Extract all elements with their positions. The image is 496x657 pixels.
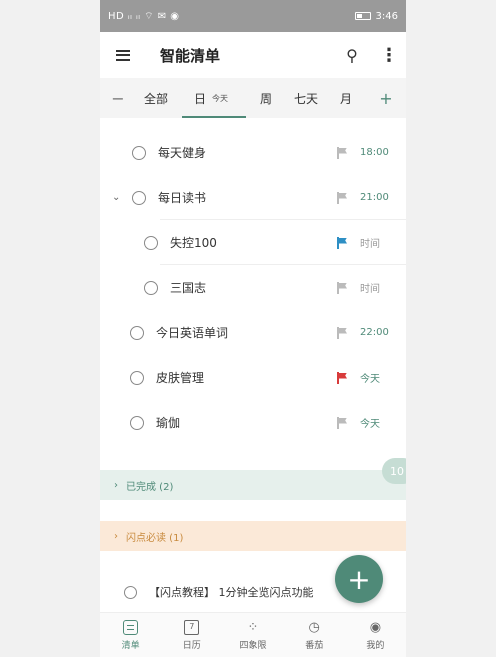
task-row[interactable]: ⌄ 每日读书 21:00 (100, 175, 406, 220)
task-title: 每天健身 (158, 146, 207, 160)
hamburger-icon (116, 49, 130, 61)
view-tabs: − 全部 日 今天 周 七天 月 + (100, 78, 406, 118)
task-title: 三国志 (170, 281, 207, 295)
nav-calendar[interactable]: 7 日历 (161, 613, 222, 657)
timer-icon: ◷ (308, 619, 320, 635)
flag-icon[interactable] (336, 326, 348, 339)
task-time: 时间 (360, 239, 380, 250)
nav-pomodoro-label: 番茄 (305, 641, 324, 651)
task-time: 22:00 (360, 327, 389, 338)
tab-day[interactable]: 日 今天 (176, 78, 246, 118)
nav-pomodoro[interactable]: ◷ 番茄 (284, 613, 345, 657)
search-button[interactable]: ⚲ (332, 46, 372, 65)
task-title: 今日英语单词 (156, 326, 229, 340)
flash-group-header[interactable]: › 闪点必读 (1) (100, 521, 406, 551)
chevron-right-icon: › (114, 530, 118, 542)
task-checkbox[interactable] (130, 415, 144, 430)
task-title: 【闪点教程】 1分钟全览闪点功能 (149, 586, 314, 599)
chevron-right-icon: › (114, 479, 118, 491)
task-row[interactable]: 瑜伽 今天 (100, 400, 406, 445)
tab-day-label: 日 (193, 91, 206, 106)
nav-me-label: 我的 (366, 641, 385, 651)
flag-icon[interactable] (336, 416, 348, 429)
nav-list[interactable]: 清单 (100, 613, 161, 657)
phone-screen: HD ᵢₗ ᵢₗ ⌔ ✉ ◉ 3:46 智能清单 ⚲ ⋮ − 全部 日 今天 周… (100, 0, 406, 657)
more-button[interactable]: ⋮ (372, 45, 406, 66)
plus-icon: + (379, 88, 393, 108)
task-time: 18:00 (360, 147, 389, 158)
status-bar: HD ᵢₗ ᵢₗ ⌔ ✉ ◉ 3:46 (100, 0, 406, 32)
tab-all[interactable]: 全部 (136, 78, 176, 118)
page-title: 智能清单 (160, 46, 221, 65)
tab-week[interactable]: 周 (246, 78, 286, 118)
task-time: 时间 (360, 284, 380, 295)
completed-group-header[interactable]: › 已完成 (2) (100, 470, 406, 500)
more-vertical-icon: ⋮ (380, 44, 398, 66)
status-time: 3:46 (375, 10, 398, 22)
task-checkbox[interactable] (124, 585, 137, 599)
task-checkbox[interactable] (130, 370, 144, 385)
minus-icon: − (111, 88, 125, 108)
task-time: 今天 (360, 419, 380, 430)
task-list: 每天健身 18:00 ⌄ 每日读书 21:00 失控100 时间 三国志 时间 (100, 130, 406, 445)
subtask-row[interactable]: 三国志 时间 (100, 265, 406, 310)
battery-icon (354, 12, 371, 20)
status-icons: HD ᵢₗ ᵢₗ ⌔ ✉ ◉ (108, 10, 180, 22)
nav-quadrant[interactable]: ⁘ 四象限 (222, 613, 283, 657)
task-title: 瑜伽 (156, 416, 181, 430)
menu-button[interactable] (100, 49, 146, 61)
add-task-button[interactable]: + (335, 555, 383, 603)
task-row[interactable]: 今日英语单词 22:00 (100, 310, 406, 355)
add-view-button[interactable]: + (366, 78, 406, 118)
search-icon: ⚲ (346, 45, 358, 65)
flag-icon[interactable] (336, 281, 348, 294)
task-title: 皮肤管理 (156, 371, 205, 385)
flag-icon[interactable] (336, 371, 348, 384)
task-checkbox[interactable] (144, 280, 158, 295)
task-time: 今天 (360, 374, 380, 385)
task-checkbox[interactable] (132, 190, 146, 205)
chevron-down-icon[interactable]: ⌄ (112, 192, 120, 203)
checklist-icon (123, 619, 139, 635)
app-bar: 智能清单 ⚲ ⋮ (100, 32, 406, 78)
nav-list-label: 清单 (121, 640, 140, 651)
flash-group-label: 闪点必读 (1) (126, 532, 184, 544)
focus-badge[interactable]: 10 (382, 458, 406, 484)
flag-icon[interactable] (336, 146, 348, 159)
user-icon: ◉ (369, 619, 382, 635)
task-title: 失控100 (170, 236, 217, 250)
nav-me[interactable]: ◉ 我的 (345, 613, 406, 657)
flag-icon[interactable] (336, 191, 348, 204)
task-title: 每日读书 (158, 191, 207, 205)
calendar-icon: 7 (184, 619, 200, 635)
task-checkbox[interactable] (132, 145, 146, 160)
tab-seven-days[interactable]: 七天 (286, 78, 326, 118)
nav-quadrant-label: 四象限 (239, 641, 267, 651)
collapse-button[interactable]: − (100, 78, 136, 118)
tab-month[interactable]: 月 (326, 78, 366, 118)
quadrant-icon: ⁘ (247, 619, 259, 635)
task-row[interactable]: 皮肤管理 今天 (100, 355, 406, 400)
flag-icon[interactable] (336, 236, 348, 249)
tab-day-sublabel: 今天 (212, 93, 228, 103)
plus-icon: + (347, 562, 371, 596)
bottom-navigation: 清单 7 日历 ⁘ 四象限 ◷ 番茄 ◉ 我的 (100, 612, 406, 657)
completed-group-label: 已完成 (2) (126, 481, 174, 493)
nav-calendar-label: 日历 (182, 640, 201, 651)
task-row[interactable]: 每天健身 18:00 (100, 130, 406, 175)
task-checkbox[interactable] (130, 325, 144, 340)
subtask-row[interactable]: 失控100 时间 (100, 220, 406, 265)
task-checkbox[interactable] (144, 235, 158, 250)
task-time: 21:00 (360, 192, 389, 203)
